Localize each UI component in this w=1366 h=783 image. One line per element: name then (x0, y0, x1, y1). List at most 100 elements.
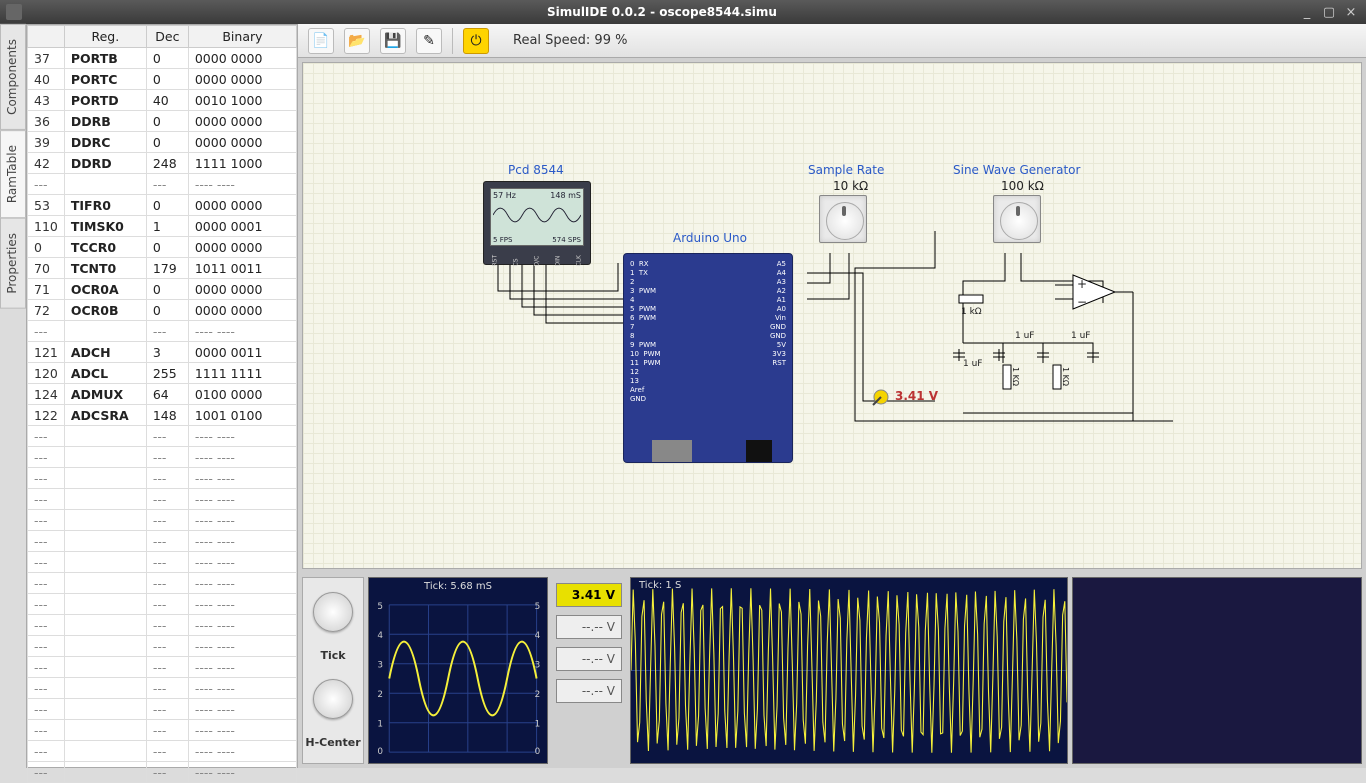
maximize-button[interactable]: ▢ (1320, 4, 1338, 20)
table-row[interactable]: ---------- ---- (28, 657, 297, 678)
window-title: SimulIDE 0.0.2 - oscope8544.simu (30, 5, 1294, 19)
table-row[interactable]: ---------- ---- (28, 615, 297, 636)
side-tab-components[interactable]: Components (0, 24, 26, 130)
knob-tick[interactable] (313, 592, 353, 632)
side-tabs: Components RamTable Properties (0, 24, 26, 768)
table-row[interactable]: 42DDRD2481111 1000 (28, 153, 297, 174)
lcd-module[interactable]: 57 Hz 148 mS 5 FPS 574 SPS RST CS D/C (483, 181, 591, 265)
readout-4[interactable]: --.-- V (556, 679, 622, 703)
table-row[interactable]: ---------- ---- (28, 531, 297, 552)
scope-readouts: 3.41 V --.-- V --.-- V --.-- V (552, 577, 626, 764)
power-button[interactable]: ⏻ (463, 28, 489, 54)
readout-2[interactable]: --.-- V (556, 615, 622, 639)
table-row[interactable]: ---------- ---- (28, 699, 297, 720)
table-row[interactable]: 110TIMSK010000 0001 (28, 216, 297, 237)
table-row[interactable]: ---------- ---- (28, 447, 297, 468)
side-tab-ramtable[interactable]: RamTable (0, 130, 26, 218)
new-button[interactable]: 📄 (308, 28, 334, 54)
table-row[interactable]: 70TCNT01791011 0011 (28, 258, 297, 279)
saveas-button[interactable]: ✎ (416, 28, 442, 54)
arduino-powerjack (746, 440, 772, 462)
c1-label: 1 uF (963, 359, 982, 369)
pot-wavegen[interactable] (993, 195, 1041, 243)
table-row[interactable]: 122ADCSRA1481001 0100 (28, 405, 297, 426)
svg-text:2: 2 (377, 690, 383, 700)
probe-icon[interactable] (871, 387, 891, 410)
scope-main[interactable]: Tick: 5.68 mS 55 44 33 22 11 00 (368, 577, 548, 764)
table-row[interactable]: 71OCR0A00000 0000 (28, 279, 297, 300)
reg-col-bin[interactable]: Binary (188, 26, 296, 48)
scope-aux[interactable] (1072, 577, 1362, 764)
knob-hcenter-label: H-Center (305, 736, 360, 749)
svg-text:0: 0 (377, 747, 383, 757)
lcd-title: Pcd 8544 (508, 163, 564, 177)
toolbar-sep (452, 28, 453, 54)
table-row[interactable]: ---------- ---- (28, 321, 297, 342)
table-row[interactable]: ---------- ---- (28, 552, 297, 573)
toolbar: 📄 📂 💾 ✎ ⏻ Real Speed: 99 % (298, 24, 1366, 58)
side-tab-properties[interactable]: Properties (0, 218, 26, 309)
close-button[interactable]: × (1342, 4, 1360, 20)
titlebar: SimulIDE 0.0.2 - oscope8544.simu _ ▢ × (0, 0, 1366, 24)
svg-text:4: 4 (535, 631, 541, 641)
svg-text:1: 1 (535, 720, 541, 730)
table-row[interactable]: ---------- ---- (28, 636, 297, 657)
app-icon (6, 4, 22, 20)
scope-tick-label: Tick: 5.68 mS (369, 578, 547, 595)
table-row[interactable]: 124ADMUX640100 0000 (28, 384, 297, 405)
pot-sample-rate[interactable] (819, 195, 867, 243)
pot2-val: 100 kΩ (1001, 179, 1044, 193)
knob-hcenter[interactable] (313, 679, 353, 719)
table-row[interactable]: ---------- ---- (28, 489, 297, 510)
table-row[interactable]: 43PORTD400010 1000 (28, 90, 297, 111)
svg-text:3: 3 (377, 661, 383, 671)
table-row[interactable]: ---------- ---- (28, 594, 297, 615)
table-row[interactable]: 36DDRB00000 0000 (28, 111, 297, 132)
table-row[interactable]: 37PORTB00000 0000 (28, 48, 297, 69)
reg-col-dec[interactable]: Dec (146, 26, 188, 48)
table-row[interactable]: 120ADCL2551111 1111 (28, 363, 297, 384)
register-panel: Reg. Dec Binary 37PORTB00000 000040PORTC… (26, 24, 298, 768)
table-row[interactable]: ---------- ---- (28, 174, 297, 195)
table-row[interactable]: ---------- ---- (28, 426, 297, 447)
knob-tick-label: Tick (320, 649, 345, 662)
reg-col-addr[interactable] (28, 26, 65, 48)
table-row[interactable]: ---------- ---- (28, 573, 297, 594)
register-table[interactable]: Reg. Dec Binary 37PORTB00000 000040PORTC… (27, 25, 297, 783)
table-row[interactable]: ---------- ---- (28, 741, 297, 762)
svg-text:4: 4 (377, 631, 383, 641)
svg-text:2: 2 (535, 690, 541, 700)
arduino-right-header: A5A4A3A2A1A0VinGNDGND5V3V3RST (770, 260, 786, 368)
table-row[interactable]: 53TIFR000000 0000 (28, 195, 297, 216)
readout-3[interactable]: --.-- V (556, 647, 622, 671)
r2-label: 1 KΩ (1011, 367, 1020, 386)
arduino-board[interactable]: 0 RX1 TX23 PWM45 PWM6 PWM789 PWM10 PWM11… (623, 253, 793, 463)
pot2-title: Sine Wave Generator (953, 163, 1080, 177)
table-row[interactable]: ---------- ---- (28, 720, 297, 741)
table-row[interactable]: 0TCCR000000 0000 (28, 237, 297, 258)
save-button[interactable]: 💾 (380, 28, 406, 54)
pot1-title: Sample Rate (808, 163, 884, 177)
table-row[interactable]: 39DDRC00000 0000 (28, 132, 297, 153)
reg-col-name[interactable]: Reg. (64, 26, 146, 48)
table-row[interactable]: 72OCR0B00000 0000 (28, 300, 297, 321)
table-row[interactable]: ---------- ---- (28, 678, 297, 699)
table-row[interactable]: ---------- ---- (28, 468, 297, 489)
open-button[interactable]: 📂 (344, 28, 370, 54)
minimize-button[interactable]: _ (1298, 4, 1316, 20)
table-row[interactable]: ---------- ---- (28, 762, 297, 783)
probe-val: 3.41 V (895, 389, 938, 403)
grid (303, 63, 1361, 568)
schematic-canvas[interactable]: Pcd 8544 57 Hz 148 mS 5 FPS 574 SPS (302, 62, 1362, 569)
table-row[interactable]: 121ADCH30000 0011 (28, 342, 297, 363)
table-row[interactable]: 40PORTC00000 0000 (28, 69, 297, 90)
svg-text:0: 0 (535, 747, 541, 757)
speed-label: Real Speed: 99 % (513, 33, 627, 48)
readout-1[interactable]: 3.41 V (556, 583, 622, 607)
c2-label: 1 uF (1015, 331, 1034, 341)
table-row[interactable]: ---------- ---- (28, 510, 297, 531)
svg-text:5: 5 (535, 602, 541, 612)
r1-label: 1 kΩ (961, 307, 982, 317)
scope-timeline[interactable]: Tick: 1 S (630, 577, 1068, 764)
pot1-val: 10 kΩ (833, 179, 868, 193)
